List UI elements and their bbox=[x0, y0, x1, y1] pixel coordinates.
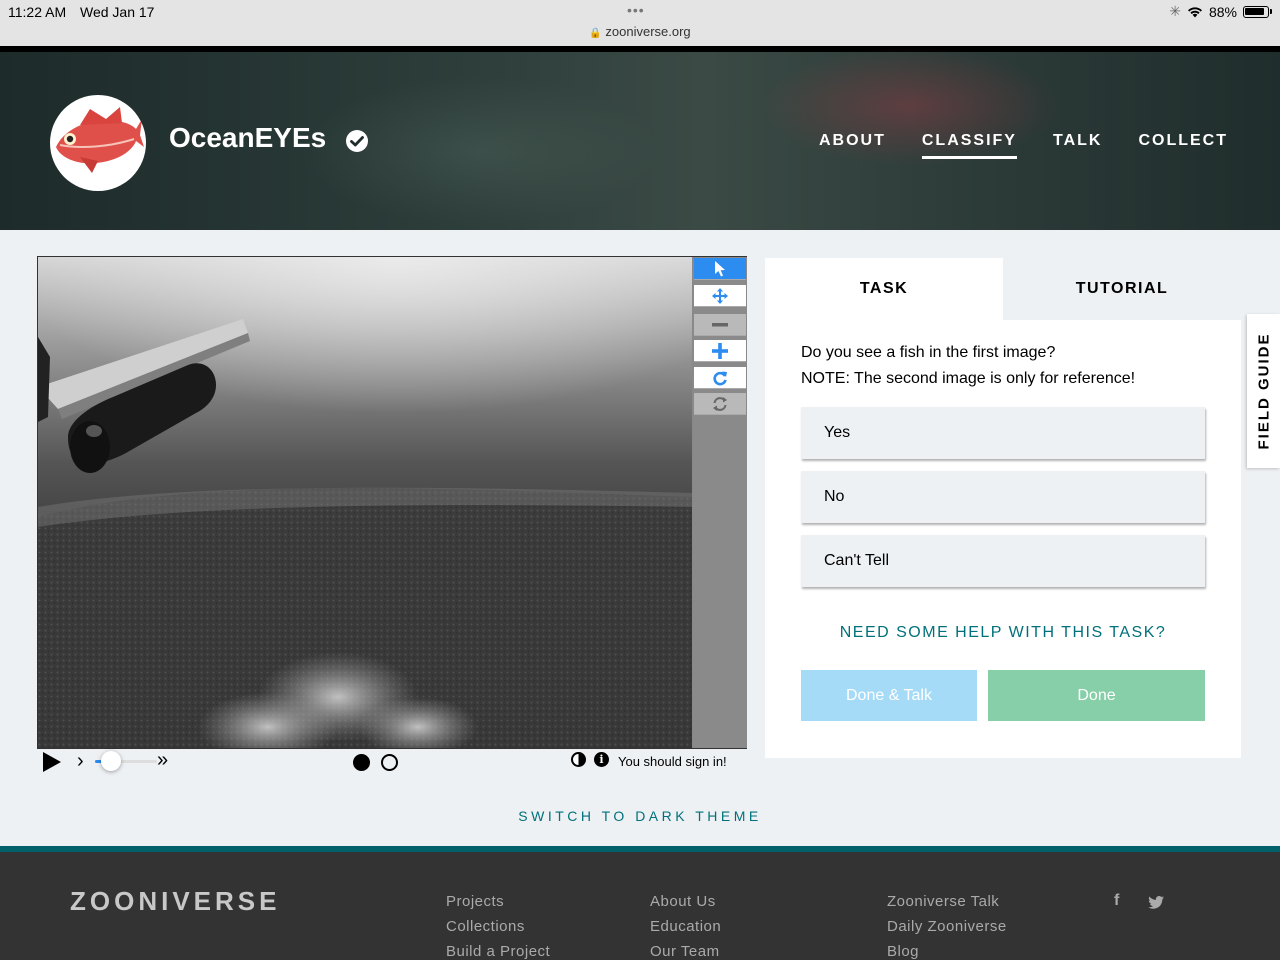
subject-image[interactable] bbox=[38, 257, 692, 748]
tab-tutorial[interactable]: TUTORIAL bbox=[1003, 258, 1241, 320]
answer-yes-button[interactable]: Yes bbox=[801, 407, 1205, 459]
answer-cant-tell-button[interactable]: Can't Tell bbox=[801, 535, 1205, 587]
subject-viewer bbox=[37, 256, 747, 749]
fish-logo-icon bbox=[56, 107, 144, 173]
project-avatar[interactable] bbox=[50, 95, 146, 191]
site-footer: ZOONIVERSE Projects Collections Build a … bbox=[0, 846, 1280, 960]
footer-link-education[interactable]: Education bbox=[650, 917, 721, 936]
task-help-link[interactable]: NEED SOME HELP WITH THIS TASK? bbox=[765, 624, 1241, 642]
project-header: OceanEYEs ABOUT CLASSIFY TALK COLLECT bbox=[0, 46, 1280, 230]
pointer-icon bbox=[715, 260, 725, 276]
contrast-icon[interactable] bbox=[571, 752, 586, 767]
frame-2-dot[interactable] bbox=[381, 754, 398, 771]
done-and-talk-button[interactable]: Done & Talk bbox=[801, 670, 977, 721]
more-dots-icon[interactable]: ••• bbox=[627, 2, 645, 18]
nav-about[interactable]: ABOUT bbox=[819, 132, 886, 159]
url-text: zooniverse.org bbox=[605, 24, 691, 39]
ios-status-bar: 11:22 AM Wed Jan 17 ••• 🔒 zooniverse.org… bbox=[0, 0, 1280, 46]
activity-icon: ✳ bbox=[1169, 3, 1181, 19]
frame-1-dot[interactable] bbox=[353, 754, 370, 771]
move-icon bbox=[712, 287, 728, 304]
rotate-icon bbox=[713, 371, 727, 385]
footer-link-projects[interactable]: Projects bbox=[446, 892, 550, 911]
battery-percent: 88% bbox=[1208, 3, 1237, 20]
playback-speed-slider[interactable] bbox=[95, 751, 157, 771]
nav-talk[interactable]: TALK bbox=[1053, 132, 1102, 159]
footer-link-about-us[interactable]: About Us bbox=[650, 892, 721, 911]
footer-link-collections[interactable]: Collections bbox=[446, 917, 550, 936]
footer-column-1: Projects Collections Build a Project bbox=[446, 892, 550, 960]
lock-icon: 🔒 bbox=[589, 28, 602, 39]
project-title[interactable]: OceanEYEs bbox=[169, 122, 326, 154]
reset-icon bbox=[713, 396, 727, 411]
rotate-button[interactable] bbox=[694, 367, 746, 389]
faster-double-chevron-icon[interactable]: » bbox=[157, 749, 168, 772]
zoom-in-icon bbox=[712, 342, 728, 359]
slower-chevron-icon[interactable]: › bbox=[77, 750, 84, 773]
field-guide-label: FIELD GUIDE bbox=[1255, 332, 1272, 450]
nav-classify[interactable]: CLASSIFY bbox=[921, 132, 1017, 159]
facebook-icon[interactable]: f bbox=[1114, 892, 1119, 910]
footer-link-talk[interactable]: Zooniverse Talk bbox=[887, 892, 1007, 911]
zoom-in-button[interactable] bbox=[694, 340, 746, 362]
task-panel: TASK TUTORIAL Do you see a fish in the f… bbox=[765, 258, 1241, 758]
verified-check-icon bbox=[346, 130, 368, 152]
footer-link-our-team[interactable]: Our Team bbox=[650, 942, 721, 960]
zooniverse-logo[interactable]: ZOONIVERSE bbox=[70, 886, 280, 917]
status-right: ✳ 88% bbox=[1169, 3, 1272, 20]
footer-link-build-project[interactable]: Build a Project bbox=[446, 942, 550, 960]
zoom-out-icon bbox=[712, 322, 728, 326]
footer-link-blog[interactable]: Blog bbox=[887, 942, 1007, 960]
battery-icon bbox=[1243, 5, 1269, 18]
reset-button[interactable] bbox=[694, 393, 746, 415]
field-guide-tab[interactable]: FIELD GUIDE bbox=[1247, 314, 1280, 468]
dark-theme-label: SWITCH TO DARK THEME bbox=[518, 808, 762, 824]
answer-no-button[interactable]: No bbox=[801, 471, 1205, 523]
footer-link-daily[interactable]: Daily Zooniverse bbox=[887, 917, 1007, 936]
footer-column-2: About Us Education Our Team bbox=[650, 892, 721, 960]
zoom-out-button[interactable] bbox=[694, 314, 746, 336]
move-tool-button[interactable] bbox=[694, 285, 746, 307]
tab-task[interactable]: TASK bbox=[765, 258, 1003, 320]
sign-in-message: You should sign in! bbox=[618, 754, 727, 769]
twitter-icon[interactable] bbox=[1148, 896, 1164, 909]
status-time: 11:22 AM bbox=[8, 4, 67, 20]
task-question: Do you see a fish in the first image? NO… bbox=[801, 340, 1135, 392]
question-line-1: Do you see a fish in the first image? bbox=[801, 344, 1056, 361]
project-nav: ABOUT CLASSIFY TALK COLLECT bbox=[819, 132, 1228, 159]
wifi-icon bbox=[1187, 6, 1202, 17]
done-button[interactable]: Done bbox=[988, 670, 1205, 721]
footer-column-3: Zooniverse Talk Daily Zooniverse Blog bbox=[887, 892, 1007, 960]
pointer-tool-button[interactable] bbox=[694, 258, 746, 280]
slider-thumb[interactable] bbox=[100, 751, 121, 771]
question-line-2: NOTE: The second image is only for refer… bbox=[801, 370, 1136, 387]
status-date: Wed Jan 17 bbox=[80, 4, 155, 20]
play-icon[interactable] bbox=[43, 752, 61, 772]
nav-collect[interactable]: COLLECT bbox=[1138, 132, 1228, 159]
dark-theme-toggle[interactable]: SWITCH TO DARK THEME bbox=[0, 808, 1280, 824]
info-icon[interactable]: i bbox=[594, 752, 609, 767]
viewer-toolbar bbox=[693, 257, 747, 748]
playback-controls: › » i You should sign in! bbox=[37, 749, 747, 774]
address-bar[interactable]: 🔒 zooniverse.org bbox=[0, 24, 1280, 39]
